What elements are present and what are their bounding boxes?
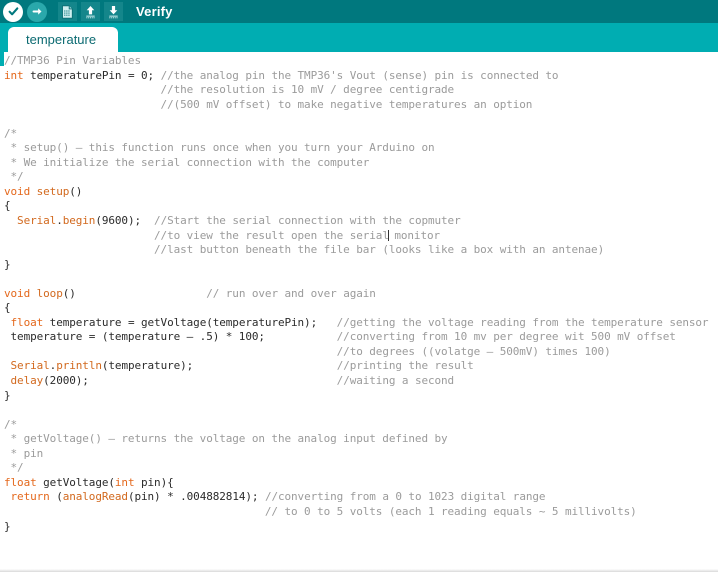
tab-bar: temperature: [0, 23, 718, 52]
save-button[interactable]: [104, 2, 123, 21]
bottom-status-strip: [0, 569, 718, 572]
checkmark-icon: [8, 7, 18, 16]
source-code[interactable]: //TMP36 Pin Variables int temperaturePin…: [0, 52, 718, 534]
upload-button[interactable]: [27, 1, 47, 22]
arrow-up-icon: [86, 5, 95, 18]
tab-temperature[interactable]: temperature: [8, 27, 119, 52]
toolbar: Verify: [0, 0, 718, 23]
new-document-icon: [62, 4, 73, 19]
new-button[interactable]: [58, 2, 77, 21]
arrow-right-icon: [32, 8, 41, 15]
code-editor[interactable]: //TMP36 Pin Variables int temperaturePin…: [0, 52, 718, 572]
toolbar-title: Verify: [136, 4, 173, 19]
open-button[interactable]: [81, 2, 100, 21]
tab-strip-left-edge: [0, 52, 4, 66]
verify-button[interactable]: [3, 1, 23, 22]
arrow-down-icon: [109, 5, 118, 18]
